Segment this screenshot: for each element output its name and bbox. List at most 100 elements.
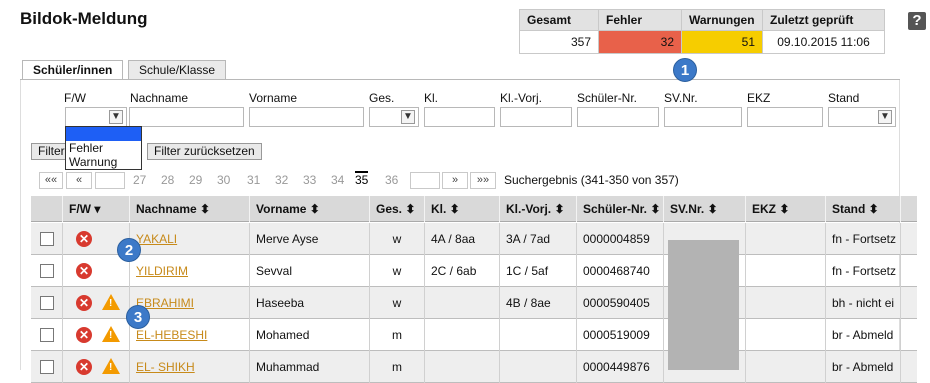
fw-option-empty[interactable] xyxy=(66,127,141,141)
row-select-cell xyxy=(31,223,63,255)
redacted-sv-nr-block xyxy=(668,240,739,370)
row-checkbox[interactable] xyxy=(40,296,54,310)
cell-kl-vorj: 3A / 7ad xyxy=(500,223,577,255)
filter-kl-input[interactable] xyxy=(424,107,495,127)
cell-ekz xyxy=(746,287,826,319)
table-row[interactable]: EL- SHIKH Muhammad m 0000449876 br - Abmeld ✕… xyxy=(31,351,917,383)
cell-ekz xyxy=(746,223,826,255)
cell-nachname: YILDIRIM xyxy=(130,255,250,287)
row-checkbox[interactable] xyxy=(40,328,54,342)
grid-header-schueler-nr[interactable]: Schüler-Nr. ⬍ xyxy=(577,196,664,222)
cell-schueler-nr: 0000004859 xyxy=(577,223,664,255)
student-name-link[interactable]: EL-HEBESHI xyxy=(136,328,207,342)
filter-label-stand: Stand xyxy=(828,91,860,105)
filter-ekz-input[interactable] xyxy=(747,107,823,127)
cell-stand: fn - Fortsetz xyxy=(826,223,901,255)
cell-kl: 4A / 8aa xyxy=(425,223,500,255)
cell-ges: w xyxy=(370,223,425,255)
reset-filter-button[interactable]: Filter zurücksetzen xyxy=(147,143,262,160)
summary-value-warnungen: 51 xyxy=(681,30,763,54)
pager-page-34[interactable]: 34 xyxy=(331,173,344,187)
pager-first-button[interactable]: «« xyxy=(39,172,63,189)
filter-vorname-input[interactable] xyxy=(249,107,364,127)
pager-spacer-right xyxy=(410,172,440,189)
pager-page-30[interactable]: 30 xyxy=(217,173,230,187)
pager-page-33[interactable]: 33 xyxy=(303,173,316,187)
row-fw-cell xyxy=(63,255,130,287)
callout-badge-3: 3 xyxy=(126,305,150,329)
pager-next-button[interactable]: » xyxy=(442,172,468,189)
page-title: Bildok-Meldung xyxy=(20,9,148,28)
pager-last-button[interactable]: »» xyxy=(470,172,496,189)
pager-page-28[interactable]: 28 xyxy=(161,173,174,187)
filter-label-nachname: Nachname xyxy=(130,91,189,105)
pager-page-31[interactable]: 31 xyxy=(247,173,260,187)
pager-page-32[interactable]: 32 xyxy=(275,173,288,187)
filter-ges-select[interactable]: ▼ xyxy=(369,107,419,127)
warning-triangle-icon: ! xyxy=(102,358,120,374)
student-name-link[interactable]: YAKALI xyxy=(136,232,177,246)
filter-kl-vorj-input[interactable] xyxy=(500,107,572,127)
grid-header-ges[interactable]: Ges. ⬍ xyxy=(370,196,425,222)
cell-schueler-nr: 0000590405 xyxy=(577,287,664,319)
help-icon[interactable]: ? xyxy=(908,12,926,30)
summary-value-gesamt: 357 xyxy=(519,30,599,54)
callout-badge-1: 1 xyxy=(673,58,697,82)
pager-page-35-current[interactable]: 35 xyxy=(355,171,369,187)
row-select-cell xyxy=(31,287,63,319)
cell-vorname: Sevval xyxy=(250,255,370,287)
filter-label-sv-nr: SV.Nr. xyxy=(664,91,698,105)
x-circle-icon: ✕ xyxy=(76,359,92,375)
fw-dropdown-list: Fehler Warnung xyxy=(65,126,142,170)
pager-page-27[interactable]: 27 xyxy=(133,173,146,187)
pager-prev-button[interactable]: « xyxy=(66,172,92,189)
x-circle-icon: ✕ xyxy=(76,231,92,247)
grid-header-ekz[interactable]: EKZ ⬍ xyxy=(746,196,826,222)
row-checkbox[interactable] xyxy=(40,232,54,246)
filter-nachname-input[interactable] xyxy=(129,107,244,127)
filter-stand-select[interactable]: ▼ xyxy=(828,107,896,127)
grid-header-nachname[interactable]: Nachname ⬍ xyxy=(130,196,250,222)
cell-vorname: Haseeba xyxy=(250,287,370,319)
summary-header-zuletzt: Zuletzt geprüft xyxy=(762,9,885,31)
cell-ekz xyxy=(746,351,826,383)
grid-header-fw[interactable]: F/W ▾ xyxy=(63,196,130,222)
grid-header-sv-nr[interactable]: SV.Nr. ⬍ xyxy=(664,196,746,222)
table-row[interactable]: YAKALI Merve Ayse w 4A / 8aa 3A / 7ad 0000004… xyxy=(31,223,917,255)
summary-value-fehler: 32 xyxy=(598,30,682,54)
fw-option-warnung[interactable]: Warnung xyxy=(66,155,141,169)
grid-header-kl[interactable]: Kl. ⬍ xyxy=(425,196,500,222)
chevron-down-icon: ▼ xyxy=(109,110,123,124)
table-row[interactable]: EBRAHIMI Haseeba w 4B / 8ae 0000590405 bh - n… xyxy=(31,287,917,319)
grid-header-stand[interactable]: Stand ⬍ xyxy=(826,196,901,222)
grid-header-vorname[interactable]: Vorname ⬍ xyxy=(250,196,370,222)
cell-ges: w xyxy=(370,287,425,319)
row-checkbox[interactable] xyxy=(40,264,54,278)
pager-page-36[interactable]: 36 xyxy=(385,173,398,187)
table-row[interactable]: YILDIRIM Sevval w 2C / 6ab 1C / 5af 000046874… xyxy=(31,255,917,287)
filter-label-kl: Kl. xyxy=(424,91,439,105)
table-row[interactable]: EL-HEBESHI Mohamed m 0000519009 br - Abmeld ✕… xyxy=(31,319,917,351)
cell-vorname: Mohamed xyxy=(250,319,370,351)
student-name-link[interactable]: YILDIRIM xyxy=(136,264,188,278)
row-select-cell xyxy=(31,255,63,287)
cell-kl xyxy=(425,287,500,319)
summary-header-gesamt: Gesamt xyxy=(519,9,599,31)
pager-spacer-left xyxy=(95,172,125,189)
grid-header-kl-vorj[interactable]: Kl.-Vorj. ⬍ xyxy=(500,196,577,222)
filter-schueler-nr-input[interactable] xyxy=(577,107,659,127)
filter-sv-nr-input[interactable] xyxy=(664,107,742,127)
filter-fw-select[interactable]: ▼ xyxy=(65,107,127,127)
tab-schule-klasse[interactable]: Schule/Klasse xyxy=(128,60,227,80)
fw-option-fehler[interactable]: Fehler xyxy=(66,141,141,155)
tab-schueler[interactable]: Schüler/innen xyxy=(22,60,124,80)
chevron-down-icon: ▼ xyxy=(401,110,415,124)
filter-label-kl-vorj: Kl.-Vorj. xyxy=(500,91,543,105)
cell-ges: m xyxy=(370,319,425,351)
student-name-link[interactable]: EL- SHIKH xyxy=(136,360,195,374)
summary-header-warnungen: Warnungen xyxy=(681,9,763,31)
x-circle-icon: ✕ xyxy=(76,295,92,311)
warning-triangle-icon: ! xyxy=(102,326,120,342)
row-checkbox[interactable] xyxy=(40,360,54,374)
pager-page-29[interactable]: 29 xyxy=(189,173,202,187)
